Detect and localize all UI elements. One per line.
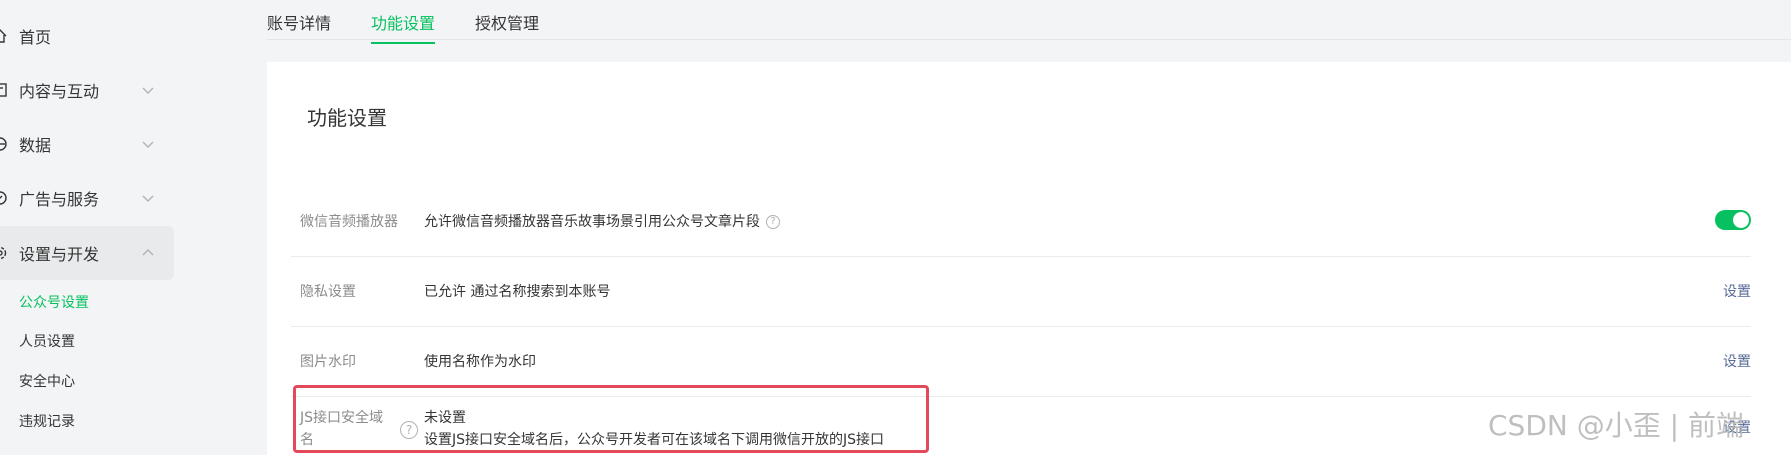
toggle-knob	[1733, 212, 1749, 228]
nav-item-settings[interactable]: 设置与开发	[0, 226, 174, 280]
nav-item-data[interactable]: 数据	[0, 117, 174, 171]
row-value-text: 允许微信音频播放器音乐故事场景引用公众号文章片段	[424, 214, 760, 230]
sub-item-security-center[interactable]: 安全中心	[19, 371, 75, 391]
audio-player-toggle[interactable]	[1715, 210, 1751, 230]
nav-label: 首页	[19, 28, 52, 47]
privacy-settings-link[interactable]: 设置	[1723, 281, 1751, 301]
row-label: 图片水印	[300, 354, 356, 370]
tab-authorization[interactable]: 授权管理	[475, 10, 539, 42]
nav-item-home[interactable]: 首页	[0, 9, 174, 63]
settings-icon	[0, 245, 8, 261]
watermark: CSDN @小歪 | 前端	[1488, 409, 1744, 442]
row-value: 使用名称作为水印	[424, 354, 536, 370]
nav-label: 广告与服务	[19, 190, 100, 209]
home-icon	[0, 28, 8, 44]
help-icon[interactable]: ?	[766, 215, 780, 229]
watermark-settings-link[interactable]: 设置	[1723, 351, 1751, 371]
row-value: 已允许 通过名称搜索到本账号	[424, 284, 611, 300]
chevron-down-icon	[140, 136, 156, 152]
data-icon	[0, 136, 8, 152]
chevron-down-icon	[140, 82, 156, 98]
row-label: 微信音频播放器	[300, 214, 398, 230]
sub-item-staff-settings[interactable]: 人员设置	[19, 331, 75, 351]
row-privacy: 隐私设置 已允许 通过名称搜索到本账号 设置	[291, 257, 1751, 327]
ad-icon	[0, 190, 8, 206]
row-label: 隐私设置	[300, 284, 356, 300]
row-value: 允许微信音频播放器音乐故事场景引用公众号文章片段?	[424, 211, 780, 233]
row-audio-player: 微信音频播放器 允许微信音频播放器音乐故事场景引用公众号文章片段?	[291, 187, 1751, 257]
tab-bar: 账号详情 功能设置 授权管理	[267, 0, 1791, 44]
tab-account-details[interactable]: 账号详情	[267, 10, 331, 42]
nav-item-content[interactable]: 内容与互动	[0, 63, 174, 117]
sub-item-account-settings[interactable]: 公众号设置	[19, 292, 89, 312]
sidebar: 首页 内容与互动 数据 广告与服务 设置与开发 公众号设置 人员设置 安全中心 …	[0, 0, 180, 455]
nav-label: 数据	[19, 136, 52, 155]
content-icon	[0, 82, 8, 98]
tab-function-settings[interactable]: 功能设置	[371, 10, 436, 44]
chevron-down-icon	[140, 190, 156, 206]
chevron-up-icon	[140, 245, 156, 261]
sub-item-violation-records[interactable]: 违规记录	[19, 411, 75, 431]
nav-label: 设置与开发	[19, 245, 100, 264]
page-title: 功能设置	[307, 106, 387, 130]
nav-item-ads[interactable]: 广告与服务	[0, 171, 174, 225]
highlight-box	[293, 385, 929, 453]
nav-label: 内容与互动	[19, 82, 100, 101]
